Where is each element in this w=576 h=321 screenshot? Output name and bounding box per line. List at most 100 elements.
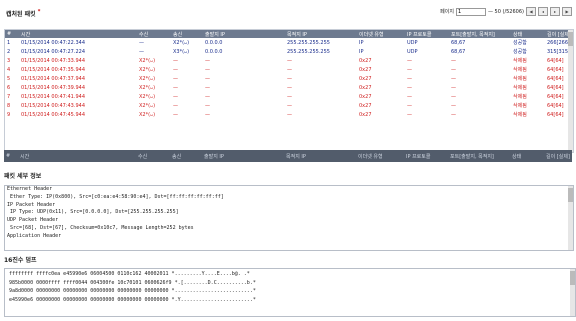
cell-status: 삭제됨 xyxy=(513,85,527,91)
cell-eth: IP xyxy=(359,39,364,46)
col-recv-footer[interactable]: 수신 xyxy=(136,150,170,162)
cell-recv: — xyxy=(139,39,144,46)
detail-line: Ether Type: IP(0x800), Src=[c0:ea:e4:58:… xyxy=(7,193,224,200)
cell-ports: — xyxy=(451,75,456,82)
col-no[interactable]: # xyxy=(5,30,19,38)
col-dst-ip[interactable]: 목적지 IP xyxy=(285,30,357,38)
col-dst-footer[interactable]: 목적지 IP xyxy=(284,150,356,162)
pager: 페이지 — 50 (/52606) ◀ ◂ ▸ ▶ xyxy=(440,7,572,16)
cell-status: 성공함 xyxy=(513,49,527,55)
cell-blank xyxy=(119,101,137,110)
hex-scrollbar-thumb[interactable] xyxy=(570,271,575,285)
cell-time: 01/15/2014 00:47:41.944 xyxy=(21,93,85,100)
cell-ports: — xyxy=(451,93,456,100)
col-recv[interactable]: 수신 xyxy=(137,30,171,38)
cell-blank xyxy=(119,110,137,119)
col-src-ip[interactable]: 출발지 IP xyxy=(203,30,285,38)
table-row[interactable]: 6 01/15/2014 00:47:39.944 X2*(ᴗ) — — — 0x27 — — 삭… xyxy=(5,83,573,92)
cell-status: 성공함 xyxy=(513,40,527,46)
packet-scrollbar[interactable] xyxy=(568,30,573,152)
cell-recv: X2*(ᴗ) xyxy=(139,93,156,100)
detail-scrollbar[interactable] xyxy=(568,186,573,250)
cell-time: 01/15/2014 00:47:33.944 xyxy=(21,57,85,64)
cell-dst: — xyxy=(287,93,292,100)
table-row[interactable]: 3 01/15/2014 00:47:33.944 X2*(ᴗ) — — — 0x27 — — 삭… xyxy=(5,56,573,65)
packet-detail-panel: Ethernet Header Ether Type: IP(0x800), S… xyxy=(4,185,574,251)
cell-send: — xyxy=(173,111,178,118)
cell-proto: UDP xyxy=(407,48,418,55)
cell-ports: — xyxy=(451,111,456,118)
detail-scrollbar-thumb[interactable] xyxy=(568,188,573,202)
cell-time: 01/15/2014 00:47:27.224 xyxy=(21,48,85,55)
cell-blank xyxy=(119,38,137,47)
cell-recv: — xyxy=(139,48,144,55)
col-ports[interactable]: 포트[출발지, 목적지] xyxy=(449,30,511,38)
col-send-footer[interactable]: 송신 xyxy=(170,150,202,162)
table-row[interactable]: 1 01/15/2014 00:47:22.344 — X2*(ᴗ) 0.0.0.0 25… xyxy=(5,38,573,47)
cell-send: X3*(ᴗ) xyxy=(173,48,190,55)
col-time-footer[interactable]: 시간 xyxy=(18,150,118,162)
table-row[interactable]: 4 01/15/2014 00:47:35.944 X2*(ᴗ) — — — 0x27 — — 삭… xyxy=(5,65,573,74)
col-status-footer[interactable]: 상태 xyxy=(510,150,544,162)
cell-eth: 0x27 xyxy=(359,102,372,109)
cell-no: 3 xyxy=(7,57,11,64)
cell-dst: — xyxy=(287,75,292,82)
cell-status: 삭제됨 xyxy=(513,103,527,109)
col-eth-footer[interactable]: 이더넷 유형 xyxy=(356,150,404,162)
cell-src: 0.0.0.0 xyxy=(205,48,223,55)
table-row[interactable]: 2 01/15/2014 00:47:27.224 — X3*(ᴗ) 0.0.0.0 25… xyxy=(5,47,573,56)
col-eth[interactable]: 이더넷 유형 xyxy=(357,30,405,38)
hex-scrollbar[interactable] xyxy=(570,269,575,316)
cell-recv: X2*(ᴗ) xyxy=(139,84,156,91)
cell-proto: UDP xyxy=(407,39,418,46)
packet-detail-title: 패킷 세부 정보 xyxy=(4,173,42,180)
last-page-icon[interactable]: ▶ xyxy=(562,7,572,16)
col-proto[interactable]: IP 프로토콜 xyxy=(405,30,449,38)
cell-eth: 0x27 xyxy=(359,75,372,82)
cell-no: 7 xyxy=(7,93,11,100)
cell-blank xyxy=(119,65,137,74)
hex-dump-panel: ffffffff ffffc0ea e45990e6 06004500 0110… xyxy=(4,268,576,317)
cell-recv: X2*(ᴗ) xyxy=(139,102,156,109)
cell-no: 4 xyxy=(7,66,11,73)
table-row[interactable]: 7 01/15/2014 00:47:41.944 X2*(ᴗ) — — — 0x27 — — 삭… xyxy=(5,92,573,101)
cell-recv: X2*(ᴗ) xyxy=(139,111,156,118)
first-page-icon[interactable]: ◀ xyxy=(526,7,536,16)
cell-send: — xyxy=(173,66,178,73)
cell-eth: 0x27 xyxy=(359,57,372,64)
col-status[interactable]: 상태 xyxy=(511,30,545,38)
cell-time: 01/15/2014 00:47:22.344 xyxy=(21,39,85,46)
cell-proto: — xyxy=(407,75,412,82)
scrollbar-thumb[interactable] xyxy=(568,32,573,46)
cell-ports: 68,67 xyxy=(451,39,466,46)
cell-recv: X2*(ᴗ) xyxy=(139,66,156,73)
detail-line: Application Header xyxy=(7,232,62,239)
col-src-footer[interactable]: 출발지 IP xyxy=(202,150,284,162)
cell-no: 1 xyxy=(7,39,11,46)
cell-dst: — xyxy=(287,66,292,73)
table-row[interactable]: 8 01/15/2014 00:47:43.944 X2*(ᴗ) — — — 0x27 — — 삭… xyxy=(5,101,573,110)
hex-line: 9a8d0000 00000000 00000000 00000000 0000… xyxy=(9,288,256,294)
cell-no: 5 xyxy=(7,75,11,82)
cell-time: 01/15/2014 00:47:37.944 xyxy=(21,75,85,82)
detail-line xyxy=(7,241,573,249)
cell-src: — xyxy=(205,93,210,100)
col-len-footer[interactable]: 길이 [실제] xyxy=(544,150,572,162)
packet-table: # 시간 수신 송신 출발지 IP 목적지 IP 이더넷 유형 IP 프로토콜 … xyxy=(4,29,574,153)
col-send[interactable]: 송신 xyxy=(171,30,203,38)
col-proto-footer[interactable]: IP 프로토콜 xyxy=(404,150,448,162)
next-page-icon[interactable]: ▸ xyxy=(550,7,560,16)
table-row[interactable]: 9 01/15/2014 00:47:45.944 X2*(ᴗ) — — — 0x27 — — 삭… xyxy=(5,110,573,119)
prev-page-icon[interactable]: ◂ xyxy=(538,7,548,16)
col-time[interactable]: 시간 xyxy=(19,30,119,38)
cell-blank xyxy=(119,56,137,65)
hex-dump-title: 16진수 덤프 xyxy=(4,257,37,264)
cell-status: 삭제됨 xyxy=(513,76,527,82)
cell-src: — xyxy=(205,111,210,118)
col-no-footer[interactable]: # xyxy=(4,150,18,162)
cell-proto: — xyxy=(407,66,412,73)
table-row[interactable]: 5 01/15/2014 00:47:37.944 X2*(ᴗ) — — — 0x27 — — 삭… xyxy=(5,74,573,83)
cell-eth: 0x27 xyxy=(359,111,372,118)
page-input[interactable] xyxy=(455,7,486,16)
col-ports-footer[interactable]: 포트[출발지, 목적지] xyxy=(448,150,510,162)
